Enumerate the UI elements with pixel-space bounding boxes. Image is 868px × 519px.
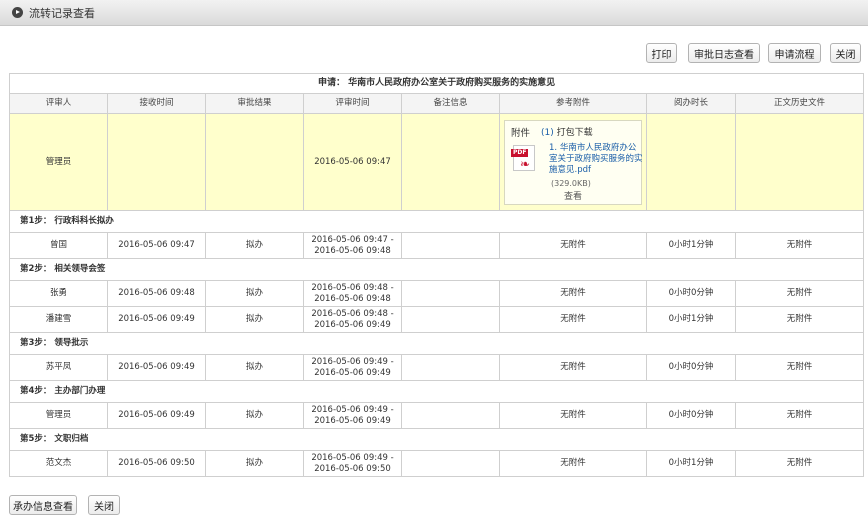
window-title: 流转记录查看 — [29, 6, 95, 20]
review-time-cell: 2016-05-06 09:48 -2016-05-06 09:48 — [303, 280, 402, 307]
close-button[interactable]: 关闭 — [830, 43, 861, 63]
attachment-file-link[interactable]: 1. 华南市人民政府办公室关于政府购买服务的实施意见.pdf — [549, 143, 643, 176]
reviewer-cell: 管理员 — [9, 113, 108, 211]
result-cell: 拟办 — [205, 450, 304, 477]
result-cell: 拟办 — [205, 280, 304, 307]
file-size: (329.0KB) — [551, 178, 591, 188]
result-cell: 拟办 — [205, 402, 304, 429]
col-history: 正文历史文件 — [734, 93, 865, 114]
history-cell: 无附件 — [734, 306, 865, 333]
col-reviewer: 评审人 — [9, 93, 108, 114]
col-duration: 阅办时长 — [646, 93, 736, 114]
note-cell — [401, 306, 500, 333]
reviewer-cell: 管理员 — [9, 402, 108, 429]
step-header: 第4步： 主办部门办理 — [8, 380, 865, 403]
review-time-cell: 2016-05-06 09:47 -2016-05-06 09:48 — [303, 232, 402, 259]
table-row: 曾国 2016-05-06 09:47 拟办 2016-05-06 09:47 … — [9, 232, 865, 259]
flow-record-table: 申请： 华南市人民政府办公室关于政府购买服务的实施意见 评审人 接收时间 审批结… — [8, 73, 865, 477]
current-row: 管理员 2016-05-06 09:47 附件 (1) 打包下载 PDF ❧ 1.… — [9, 113, 865, 211]
review-time-cell: 2016-05-06 09:49 -2016-05-06 09:49 — [303, 402, 402, 429]
result-cell: 拟办 — [205, 354, 304, 381]
step-header: 第3步： 领导批示 — [8, 332, 865, 355]
attachment-cell: 无附件 — [499, 280, 647, 307]
received-cell: 2016-05-06 09:49 — [107, 402, 206, 429]
note-cell — [401, 450, 500, 477]
note-cell — [401, 354, 500, 381]
result-cell: 拟办 — [205, 232, 304, 259]
reviewer-cell: 苏平凤 — [9, 354, 108, 381]
print-button[interactable]: 打印 — [646, 43, 677, 63]
review-time-cell: 2016-05-06 09:47 — [303, 113, 402, 211]
received-cell: 2016-05-06 09:49 — [107, 306, 206, 333]
col-review-time: 评审时间 — [303, 93, 402, 114]
attachment-box: 附件 (1) 打包下载 PDF ❧ 1. 华南市人民政府办公室关于政府购买服务的实… — [504, 119, 643, 205]
reviewer-cell: 范文杰 — [9, 450, 108, 477]
approval-log-button[interactable]: 审批日志查看 — [688, 43, 760, 63]
review-time-cell: 2016-05-06 09:49 -2016-05-06 09:50 — [303, 450, 402, 477]
pdf-file-icon[interactable]: PDF ❧ — [511, 144, 535, 171]
received-cell: 2016-05-06 09:47 — [107, 232, 206, 259]
col-attachment: 参考附件 — [499, 93, 647, 114]
reviewer-cell: 曾国 — [9, 232, 108, 259]
duration-cell: 0小时1分钟 — [646, 450, 736, 477]
duration-cell: 0小时0分钟 — [646, 280, 736, 307]
duration-cell: 0小时0分钟 — [646, 402, 736, 429]
reviewer-cell: 张勇 — [9, 280, 108, 307]
duration-cell: 0小时1分钟 — [646, 306, 736, 333]
history-cell: 无附件 — [734, 354, 865, 381]
attachment-cell: 无附件 — [499, 450, 647, 477]
table-row: 范文杰 2016-05-06 09:50 拟办 2016-05-06 09:49… — [9, 450, 865, 477]
attachment-cell: 无附件 — [499, 354, 647, 381]
col-note: 备注信息 — [401, 93, 500, 114]
review-time-cell: 2016-05-06 09:48 -2016-05-06 09:49 — [303, 306, 402, 333]
received-cell: 2016-05-06 09:50 — [107, 450, 206, 477]
col-result: 审批结果 — [205, 93, 304, 114]
step-header: 第5步： 文职归档 — [8, 428, 865, 451]
attachment-cell: 无附件 — [499, 232, 647, 259]
attachment-cell: 无附件 — [499, 402, 647, 429]
col-received-time: 接收时间 — [107, 93, 206, 114]
table-row: 管理员 2016-05-06 09:49 拟办 2016-05-06 09:49… — [9, 402, 865, 429]
duration-cell: 0小时1分钟 — [646, 232, 736, 259]
apply-flow-button[interactable]: 申请流程 — [768, 43, 821, 63]
history-cell: 无附件 — [734, 450, 865, 477]
table-row: 潘建雪 2016-05-06 09:49 拟办 2016-05-06 09:48… — [9, 306, 865, 333]
attachment-cell: 无附件 — [499, 306, 647, 333]
history-cell: 无附件 — [734, 280, 865, 307]
history-cell: 无附件 — [734, 402, 865, 429]
handling-info-button[interactable]: 承办信息查看 — [9, 495, 77, 515]
review-time-cell: 2016-05-06 09:49 -2016-05-06 09:49 — [303, 354, 402, 381]
note-cell — [401, 280, 500, 307]
collapse-arrow-icon[interactable] — [12, 7, 23, 18]
download-all-link[interactable]: (1) 打包下载 — [541, 128, 593, 139]
duration-cell: 0小时0分钟 — [646, 354, 736, 381]
received-cell: 2016-05-06 09:48 — [107, 280, 206, 307]
window-title-bar: 流转记录查看 — [0, 0, 868, 26]
attachment-label: 附件 — [511, 127, 531, 139]
table-title: 申请： 华南市人民政府办公室关于政府购买服务的实施意见 — [8, 73, 865, 94]
note-cell — [401, 402, 500, 429]
result-cell: 拟办 — [205, 306, 304, 333]
table-row: 张勇 2016-05-06 09:48 拟办 2016-05-06 09:48 … — [9, 280, 865, 307]
step-header: 第2步： 相关领导会签 — [8, 258, 865, 281]
note-cell — [401, 232, 500, 259]
received-cell: 2016-05-06 09:49 — [107, 354, 206, 381]
footer-close-button[interactable]: 关闭 — [88, 495, 120, 515]
history-cell: 无附件 — [734, 232, 865, 259]
view-link[interactable]: 查看 — [505, 192, 641, 203]
table-row: 苏平凤 2016-05-06 09:49 拟办 2016-05-06 09:49… — [9, 354, 865, 381]
reviewer-cell: 潘建雪 — [9, 306, 108, 333]
step-header: 第1步： 行政科科长拟办 — [8, 210, 865, 233]
